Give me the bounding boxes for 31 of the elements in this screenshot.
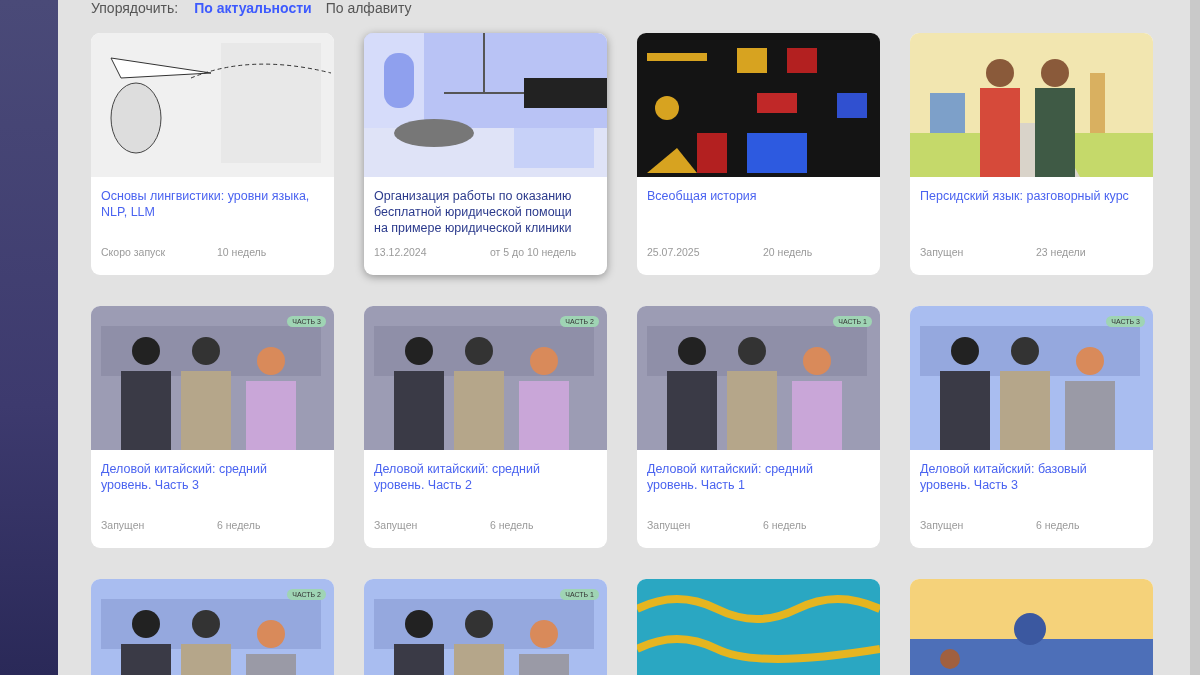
course-duration: 6 недель xyxy=(217,519,261,531)
course-card[interactable]: Основы лингвистики: уровни языка, NLP, LLM Скоро запуск 10 недель xyxy=(91,33,334,275)
sort-option[interactable]: По актуальности xyxy=(194,0,312,16)
course-duration: 6 недель xyxy=(490,519,534,531)
course-title: Деловой китайский: средний уровень. Часть 3 xyxy=(101,461,268,494)
course-title: Деловой китайский: средний уровень. Часть 2 xyxy=(374,461,541,494)
sort-option[interactable]: По алфавиту xyxy=(325,0,412,16)
course-card[interactable]: Персидский язык: разговорный курс Запущен 23 недели xyxy=(910,33,1153,275)
course-duration: 23 недели xyxy=(1036,246,1086,258)
course-card[interactable]: Организация работы по оказанию бесплатной юридической помощи на примере юридической клиники 13.12.2024 от 5 до 10 недель xyxy=(364,33,607,275)
course-duration: 10 недель xyxy=(217,246,267,258)
course-duration: от 5 до 10 недель xyxy=(490,246,577,258)
course-title: Деловой китайский: базовый уровень. Часть 3 xyxy=(920,461,1088,494)
course-status: 13.12.2024 xyxy=(374,246,428,258)
course-duration: 6 недель xyxy=(763,519,807,531)
course-title: Основы лингвистики: уровни языка, NLP, LLM xyxy=(101,188,311,221)
course-status: 25.07.2025 xyxy=(647,246,701,258)
course-status: Скоро запуск xyxy=(101,246,167,258)
course-title: Организация работы по оказанию бесплатной юридической помощи на примере юридической клиники xyxy=(374,188,573,236)
course-status: Запущен xyxy=(647,519,692,531)
course-card[interactable]: Всеобщая история 25.07.2025 20 недель xyxy=(637,33,880,275)
course-status: Запущен xyxy=(920,246,965,258)
course-title: Деловой китайский: средний уровень. Часть 1 xyxy=(647,461,814,494)
sort-label: Упорядочить: xyxy=(91,0,179,16)
course-title: Всеобщая история xyxy=(647,188,758,205)
course-duration: 20 недель xyxy=(763,246,813,258)
course-status: Запущен xyxy=(374,519,419,531)
course-title: Персидский язык: разговорный курс xyxy=(920,188,1130,205)
course-status: Запущен xyxy=(920,519,965,531)
course-duration: 6 недель xyxy=(1036,519,1080,531)
course-status: Запущен xyxy=(101,519,146,531)
